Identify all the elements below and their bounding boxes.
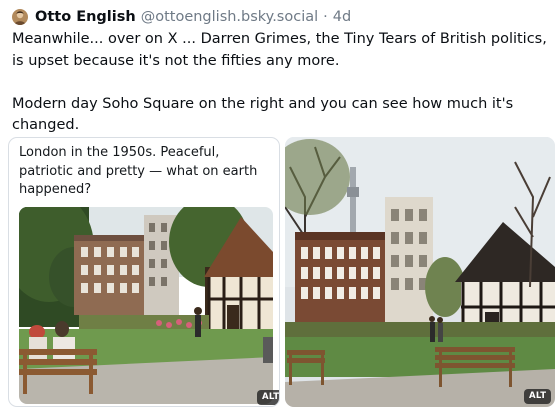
profile-avatar-icon[interactable]: [12, 9, 28, 25]
embedded-caption: London in the 1950s. Peaceful, patriotic…: [19, 145, 258, 197]
post-header: Otto English @ottoenglish.bsky.social · …: [12, 6, 351, 28]
alt-text-button[interactable]: ALT: [524, 389, 552, 404]
soho-square-1950s-photo: [19, 207, 273, 404]
post-paragraph: Modern day Soho Square on the right and …: [12, 95, 514, 134]
soho-square-modern-photo: [285, 137, 555, 407]
post-timestamp[interactable]: 4d: [333, 9, 351, 25]
author-handle[interactable]: @ottoenglish.bsky.social: [141, 9, 318, 25]
separator-dot: ·: [323, 9, 328, 25]
alt-text-button[interactable]: ALT: [257, 390, 279, 405]
embedded-image-right[interactable]: [285, 137, 555, 407]
author-name[interactable]: Otto English: [35, 9, 136, 25]
post-text: Meanwhile... over on X ... Darren Grimes…: [12, 29, 557, 137]
embedded-image-left[interactable]: London in the 1950s. Peaceful, patriotic…: [8, 137, 280, 407]
post: Otto English @ottoenglish.bsky.social · …: [0, 0, 559, 415]
post-paragraph: Meanwhile... over on X ... Darren Grimes…: [12, 31, 547, 69]
